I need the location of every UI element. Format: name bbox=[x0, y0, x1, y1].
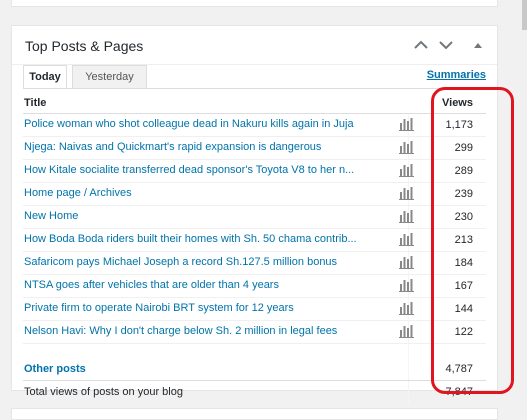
total-views-value: 7,847 bbox=[445, 386, 473, 398]
views-count: 167 bbox=[454, 280, 473, 292]
views-count: 213 bbox=[454, 234, 473, 246]
table-row: NTSA goes after vehicles that are older … bbox=[23, 275, 486, 298]
table-row: How Kitale socialite transferred dead sp… bbox=[23, 160, 486, 183]
views-column-header: Views bbox=[442, 97, 473, 109]
top-posts-widget: Top Posts & Pages Today Yesterday Summar… bbox=[11, 25, 498, 404]
views-count: 239 bbox=[454, 188, 473, 200]
tab-yesterday[interactable]: Yesterday bbox=[72, 65, 147, 89]
table-row: Police woman who shot colleague dead in … bbox=[23, 114, 486, 137]
post-link[interactable]: Home page / Archives bbox=[24, 187, 132, 199]
title-column-header: Title bbox=[24, 97, 47, 109]
scrollbar-track[interactable] bbox=[522, 0, 527, 416]
views-count: 1,173 bbox=[445, 119, 473, 131]
other-posts-link[interactable]: Other posts bbox=[24, 363, 86, 375]
chevron-up-icon bbox=[414, 40, 428, 49]
move-up-button[interactable] bbox=[411, 35, 431, 55]
table-row: How Boda Boda riders built their homes w… bbox=[23, 229, 486, 252]
previous-widget-edge bbox=[11, 0, 498, 7]
bar-chart-icon[interactable] bbox=[399, 117, 414, 131]
table-row: Home page / Archives 239 bbox=[23, 183, 486, 206]
post-link[interactable]: NTSA goes after vehicles that are older … bbox=[24, 279, 279, 291]
other-posts-row: Other posts 4,787 bbox=[23, 358, 486, 381]
bar-chart-icon[interactable] bbox=[399, 140, 414, 154]
views-count: 289 bbox=[454, 165, 473, 177]
table-row: Private firm to operate Nairobi BRT syst… bbox=[23, 298, 486, 321]
post-link[interactable]: How Boda Boda riders built their homes w… bbox=[24, 233, 357, 245]
post-link[interactable]: Private firm to operate Nairobi BRT syst… bbox=[24, 302, 294, 314]
other-posts-views: 4,787 bbox=[445, 363, 473, 375]
post-link[interactable]: New Home bbox=[24, 210, 78, 222]
table-row: New Home 230 bbox=[23, 206, 486, 229]
posts-list: Police woman who shot colleague dead in … bbox=[23, 114, 486, 344]
views-count: 144 bbox=[454, 303, 473, 315]
bar-chart-icon[interactable] bbox=[399, 255, 414, 269]
toggle-panel-button[interactable] bbox=[468, 35, 488, 55]
bar-chart-icon[interactable] bbox=[399, 324, 414, 338]
table-row: Safaricom pays Michael Joseph a record S… bbox=[23, 252, 486, 275]
chevron-down-icon bbox=[439, 41, 453, 50]
triangle-up-icon bbox=[474, 43, 482, 48]
next-widget-edge bbox=[11, 408, 498, 420]
views-count: 184 bbox=[454, 257, 473, 269]
widget-title: Top Posts & Pages bbox=[25, 38, 144, 54]
table-header: Title Views bbox=[23, 95, 486, 114]
total-views-row: Total views of posts on your blog 7,847 bbox=[23, 382, 486, 404]
summaries-link[interactable]: Summaries bbox=[427, 69, 486, 81]
bar-chart-icon[interactable] bbox=[399, 209, 414, 223]
post-link[interactable]: Police woman who shot colleague dead in … bbox=[24, 118, 354, 130]
views-count: 299 bbox=[454, 142, 473, 154]
tab-today[interactable]: Today bbox=[23, 65, 67, 89]
post-link[interactable]: Nelson Havi: Why I don't charge below Sh… bbox=[24, 325, 337, 337]
post-link[interactable]: Njega: Naivas and Quickmart's rapid expa… bbox=[24, 141, 321, 153]
views-count: 230 bbox=[454, 211, 473, 223]
widget-header: Top Posts & Pages bbox=[12, 26, 497, 65]
views-count: 122 bbox=[454, 326, 473, 338]
bar-chart-icon[interactable] bbox=[399, 278, 414, 292]
bar-chart-icon[interactable] bbox=[399, 186, 414, 200]
tab-divider bbox=[23, 88, 486, 89]
post-link[interactable]: Safaricom pays Michael Joseph a record S… bbox=[24, 256, 337, 268]
table-row: Njega: Naivas and Quickmart's rapid expa… bbox=[23, 137, 486, 160]
table-row: Nelson Havi: Why I don't charge below Sh… bbox=[23, 321, 486, 344]
bar-chart-icon[interactable] bbox=[399, 232, 414, 246]
total-views-label: Total views of posts on your blog bbox=[24, 386, 183, 398]
post-link[interactable]: How Kitale socialite transferred dead sp… bbox=[24, 164, 354, 176]
scrollbar-thumb[interactable] bbox=[522, 0, 527, 30]
move-down-button[interactable] bbox=[436, 35, 456, 55]
bar-chart-icon[interactable] bbox=[399, 301, 414, 315]
bar-chart-icon[interactable] bbox=[399, 163, 414, 177]
